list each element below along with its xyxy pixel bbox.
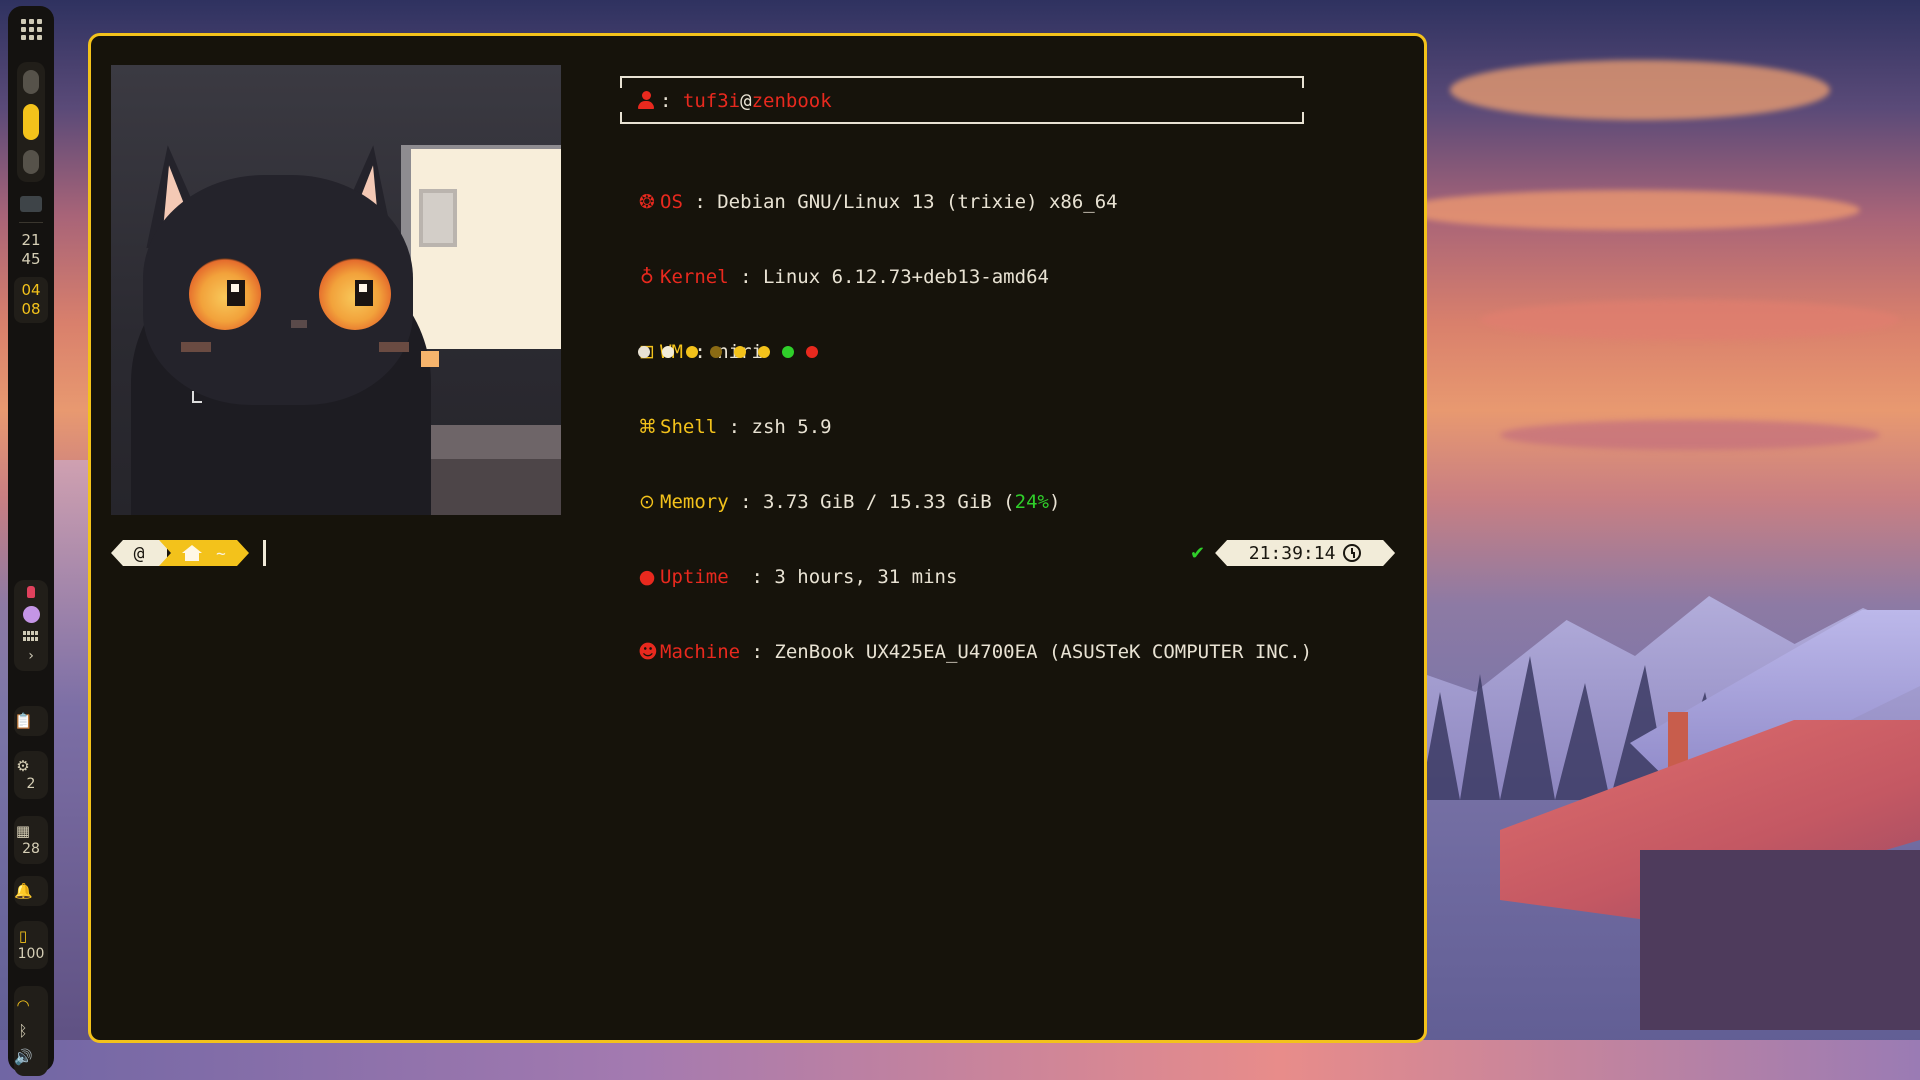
clipboard-icon: 📋 <box>14 712 33 730</box>
keyboard-icon[interactable] <box>23 631 39 641</box>
cpu-widget[interactable]: ⚙ 2 <box>14 751 48 799</box>
info-label: OS <box>660 191 683 213</box>
prompt-directory: ~ <box>159 540 249 566</box>
info-row-memory: ⊙ Memory : 3.73 GiB / 15.33 GiB (24%) <box>638 490 1312 515</box>
bluetooth-icon[interactable]: ᛒ <box>14 1018 32 1044</box>
debian-icon: ❂ <box>639 191 655 213</box>
info-row-machine: ☻ Machine : ZenBook UX425EA_U4700EA (ASUS… <box>638 640 1312 665</box>
info-value: 3 hours, 31 mins <box>774 566 958 588</box>
color-palette <box>638 346 818 358</box>
info-sep: : <box>728 266 763 288</box>
info-sep: : <box>728 491 763 513</box>
palette-swatch <box>686 346 698 358</box>
hostname: zenbook <box>751 90 832 112</box>
memory-percent: 24% <box>1014 491 1049 513</box>
command-icon: ⌘ <box>638 416 657 438</box>
memory-icon: ⊙ <box>639 491 655 513</box>
info-sep: : <box>728 566 775 588</box>
info-value: ZenBook UX425EA_U4700EA (ASUSTeK COMPUTE… <box>774 641 1313 663</box>
prompt-time-text: 21:39:14 <box>1248 542 1336 564</box>
date-day: 08 <box>21 300 41 318</box>
system-tray: › <box>14 580 48 671</box>
info-sep: : <box>740 641 775 663</box>
debian-swirl-icon: @ <box>111 540 167 566</box>
battery-widget[interactable]: ▯ 100 <box>14 921 48 969</box>
volume-icon[interactable]: 🔊 <box>14 1044 33 1070</box>
info-row-shell: ⌘ Shell : zsh 5.9 <box>638 415 1312 440</box>
right-prompt: ✔ 21:39:14 <box>1190 540 1395 566</box>
machine-icon: ☻ <box>638 641 658 663</box>
system-info: ❂ OS : Debian GNU/Linux 13 (trixie) x86_6… <box>638 140 1312 690</box>
info-label: Memory <box>660 491 729 513</box>
fetch-logo-image <box>111 65 561 515</box>
clock-icon <box>1343 544 1361 562</box>
cpu-value: 2 <box>26 776 36 792</box>
memory-widget[interactable]: ▦ 28 <box>14 816 48 864</box>
home-icon <box>182 545 202 561</box>
workspace-3[interactable] <box>23 150 39 174</box>
cpu-icon: ⚙ <box>16 757 30 775</box>
sidebar-divider <box>19 222 43 223</box>
info-sep: : <box>682 191 718 213</box>
app-launcher-icon[interactable] <box>20 18 42 40</box>
uptime-icon: ● <box>638 566 656 588</box>
palette-swatch <box>662 346 674 358</box>
info-value: Debian GNU/Linux 13 (trixie) x86_64 <box>717 191 1118 213</box>
date[interactable]: 04 08 <box>14 277 48 323</box>
workspace-2-active[interactable] <box>23 104 39 140</box>
info-sep: : <box>717 416 752 438</box>
status-check-icon: ✔ <box>1190 542 1206 564</box>
user-icon <box>638 91 654 109</box>
clock-minute: 45 <box>21 250 41 268</box>
palette-swatch <box>710 346 722 358</box>
shell-prompt: @ ~ <box>111 540 266 566</box>
chevron-right-icon[interactable]: › <box>27 649 35 663</box>
info-value-end: ) <box>1048 491 1061 513</box>
palette-swatch <box>638 346 650 358</box>
info-row-os: ❂ OS : Debian GNU/Linux 13 (trixie) x86_6… <box>638 190 1312 215</box>
battery-icon: ▯ <box>18 927 28 945</box>
clipboard-button[interactable]: 📋 <box>14 706 48 736</box>
bell-icon: 🔔 <box>14 882 33 900</box>
workspace-1[interactable] <box>23 70 39 94</box>
username: tuf3i <box>682 90 741 112</box>
info-label: Uptime <box>660 566 729 588</box>
prompt-dir-text: ~ <box>216 543 226 563</box>
side-panel: 21 45 04 08 › 📋 ⚙ 2 ▦ 28 🔔 ▯ 100 ◠ ᛒ 🔊 <box>8 6 54 1076</box>
tray-app-icon[interactable] <box>27 586 35 598</box>
clock-hour: 21 <box>21 231 41 249</box>
info-value: 3.73 GiB / 15.33 GiB ( <box>762 491 1015 513</box>
palette-swatch <box>758 346 770 358</box>
info-row-uptime: ● Uptime : 3 hours, 31 mins <box>638 565 1312 590</box>
notifications-button[interactable]: 🔔 <box>14 876 48 906</box>
battery-value: 100 <box>17 946 45 962</box>
palette-swatch <box>782 346 794 358</box>
info-value: zsh 5.9 <box>751 416 832 438</box>
info-row-kernel: ♁ Kernel : Linux 6.12.73+deb13-amd64 <box>638 265 1312 290</box>
info-label: Shell <box>660 416 718 438</box>
wifi-icon[interactable]: ◠ <box>14 992 32 1018</box>
terminal-app-icon[interactable] <box>20 196 42 212</box>
palette-swatch <box>734 346 746 358</box>
info-label: Machine <box>660 641 741 663</box>
title-separator: : <box>660 90 672 112</box>
quick-settings[interactable]: ◠ ᛒ 🔊 <box>14 986 48 1076</box>
text-cursor[interactable] <box>263 540 266 566</box>
clock[interactable]: 21 45 <box>21 231 40 269</box>
fetch-title-box: : tuf3i@zenbook <box>620 76 1304 124</box>
tray-discord-icon[interactable] <box>22 606 40 623</box>
info-label: Kernel <box>660 266 729 288</box>
workspace-switcher <box>17 62 45 182</box>
info-value: Linux 6.12.73+deb13-amd64 <box>762 266 1049 288</box>
date-month: 04 <box>21 281 41 299</box>
at-sign: @ <box>740 90 752 112</box>
palette-swatch <box>806 346 818 358</box>
memory-value: 28 <box>22 841 40 857</box>
user-host-line: : tuf3i@zenbook <box>638 90 832 112</box>
memory-chip-icon: ▦ <box>15 822 31 840</box>
prompt-time: 21:39:14 <box>1215 540 1395 566</box>
linux-icon: ♁ <box>640 266 654 288</box>
